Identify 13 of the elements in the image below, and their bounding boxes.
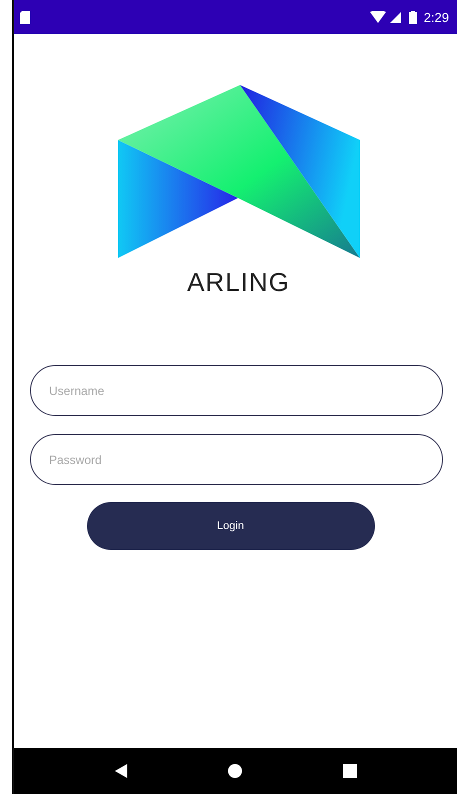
app-name: ARLING — [187, 267, 290, 298]
username-field[interactable]: Username — [30, 365, 443, 416]
wifi-icon — [370, 11, 386, 23]
battery-icon — [408, 10, 417, 24]
recents-icon[interactable] — [342, 764, 357, 778]
back-icon[interactable] — [114, 764, 128, 778]
signal-icon — [390, 12, 401, 22]
sd-card-icon — [20, 10, 30, 24]
clock-time: 2:29 — [424, 10, 449, 24]
login-button[interactable]: Login — [86, 502, 374, 550]
home-icon[interactable] — [228, 764, 242, 778]
logo-icon — [118, 85, 360, 258]
password-field[interactable]: Password — [30, 434, 443, 485]
